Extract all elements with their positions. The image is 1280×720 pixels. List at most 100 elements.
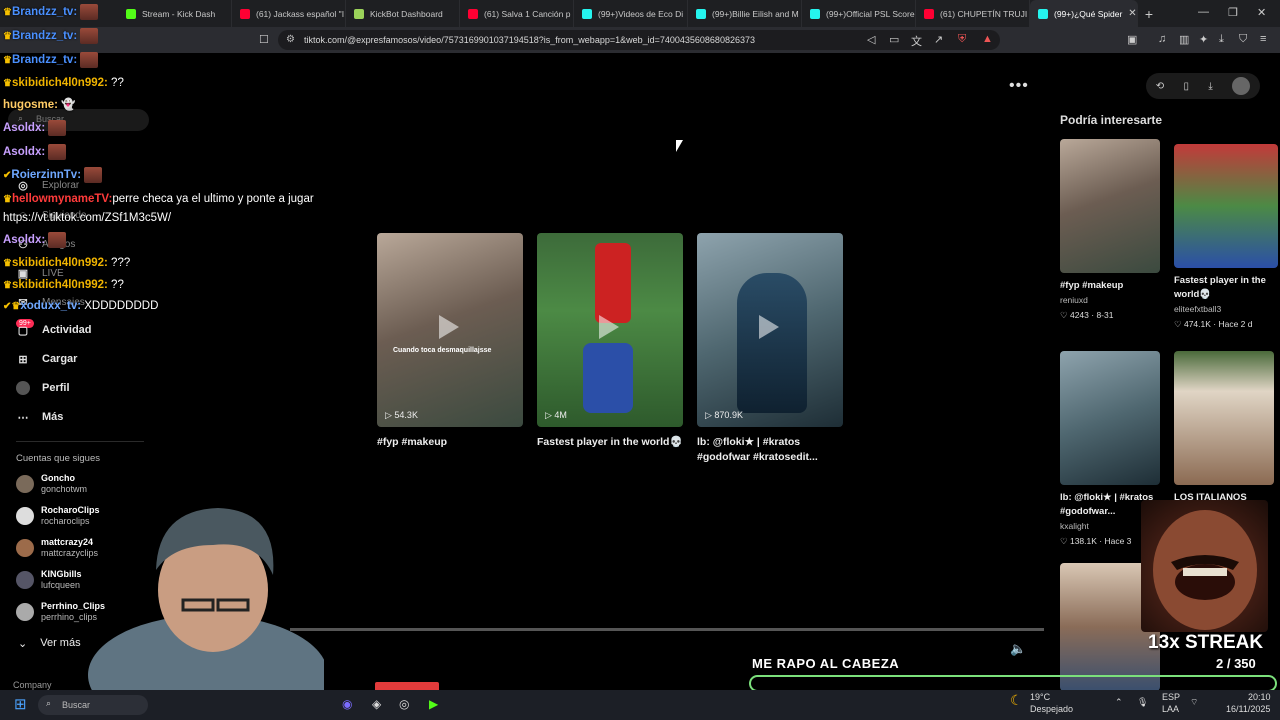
close-window-icon[interactable]: ✕	[1257, 6, 1266, 19]
download-icon[interactable]: ⤓	[1208, 81, 1212, 92]
nav-perfil[interactable]: Perfil	[16, 381, 70, 395]
video-progress-bar[interactable]	[290, 628, 1044, 631]
volume-icon[interactable]: 🔈	[1010, 641, 1026, 657]
minimize-icon[interactable]: —	[1198, 6, 1209, 18]
following-title: Cuentas que sigues	[16, 453, 100, 464]
shield-icon[interactable]: ⛨	[958, 33, 966, 46]
company-link[interactable]: Company	[13, 680, 52, 690]
tab-label: (99+)Videos de Eco Di	[598, 8, 684, 19]
more-options-icon[interactable]: •••	[1009, 77, 1029, 95]
video-meta: ♡ 4243 · 8-31	[1060, 310, 1114, 320]
crown-icon: ♛	[3, 280, 12, 291]
followed-account[interactable]: Goncho gonchotwm	[16, 473, 87, 495]
chat-message: https://vt.tiktok.com/ZSf1M3c5W/	[3, 210, 171, 227]
chat-message: ♛Brandzz_tv:	[3, 28, 99, 45]
phone-icon[interactable]: ▯	[1184, 81, 1190, 92]
kick-icon[interactable]: ▶	[429, 697, 438, 711]
followed-account[interactable]: RocharoClips rocharoclips	[16, 505, 100, 527]
play-icon	[439, 315, 459, 339]
language-code[interactable]: ESP	[1162, 692, 1180, 702]
browser-tab[interactable]: (99+)Official PSL Score	[802, 0, 916, 27]
rotate-icon[interactable]: ⟲	[1156, 81, 1164, 92]
video-card[interactable]: ▷ 870.9K lb: @floki★ | #kratos #godofwar…	[697, 233, 843, 465]
recommended-video[interactable]: LOS ITALIANOS	[1174, 351, 1274, 505]
chat-user: Asoldx:	[3, 122, 46, 135]
taskbar-search[interactable]: ⌕ Buscar	[38, 695, 148, 715]
site-info-icon[interactable]: ⚙	[286, 34, 295, 45]
chat-user: Asoldx:	[3, 146, 46, 159]
nav-actividad[interactable]: ▢ Actividad	[16, 323, 92, 337]
thumbnail-overlay-text: Cuando toca desmaquillajsse	[393, 347, 492, 354]
followed-account[interactable]: mattcrazy24 mattcrazyclips	[16, 537, 98, 559]
app-icon[interactable]: ◈	[372, 697, 381, 711]
new-tab-button[interactable]: +	[1138, 6, 1160, 22]
discord-icon[interactable]: ◉	[342, 697, 352, 711]
obs-icon[interactable]: ◎	[399, 697, 409, 711]
maximize-icon[interactable]: ❐	[1228, 6, 1238, 19]
video-thumbnail	[1060, 139, 1160, 273]
network-icon[interactable]: ⌔	[1190, 697, 1198, 708]
music-icon[interactable]: ♫	[1158, 33, 1166, 45]
chat-text: ??	[111, 77, 124, 89]
chat-message: Asoldx:	[3, 232, 67, 249]
chevron-up-icon[interactable]: ⌃	[1115, 697, 1123, 708]
view-count: ▷ 4M	[545, 410, 567, 420]
browser-tab[interactable]: (99+)Videos de Eco Di	[574, 0, 688, 27]
chat-user: hugosme:	[3, 99, 58, 111]
clock-time[interactable]: 20:10	[1248, 692, 1271, 702]
video-thumbnail	[1174, 351, 1274, 485]
panel-icon[interactable]: ▥	[1179, 33, 1189, 46]
crown-icon: ♛	[3, 7, 12, 19]
divider	[16, 441, 144, 442]
windows-start-icon[interactable]: ⊞	[14, 695, 27, 713]
browser-tab[interactable]: (61) Salva 1 Canción p	[460, 0, 574, 27]
chat-message: ♛Brandzz_tv:	[3, 4, 99, 21]
recommended-video[interactable]: #fyp #makeup reniuxd ♡ 4243 · 8-31	[1060, 139, 1160, 321]
followed-account[interactable]: KINGbills lufcqueen	[16, 569, 82, 591]
browser-tab[interactable]: KickBot Dashboard	[346, 0, 460, 27]
mic-icon[interactable]: 🎙	[1137, 697, 1148, 708]
video-card[interactable]: Cuando toca desmaquillajsse ▷ 54.3K #fyp…	[377, 233, 523, 450]
tab-label: KickBot Dashboard	[370, 8, 443, 19]
browser-tab[interactable]: Stream - Kick Dash	[118, 0, 232, 27]
tab-label: (61) Jackass español "I	[256, 8, 345, 19]
nav-cargar[interactable]: ⊞ Cargar	[16, 352, 77, 366]
user-avatar[interactable]	[1232, 77, 1251, 95]
browser-tab-active[interactable]: (99+)¿Qué Spider ✕	[1030, 0, 1138, 27]
chat-message: ♛hellowmynameTV:perre checa ya el ultimo…	[3, 191, 314, 208]
download-icon[interactable]: ⤓	[1219, 33, 1224, 46]
video-caption: lb: @floki★ | #kratos #godofwar #kratose…	[697, 436, 818, 463]
close-tab-icon[interactable]: ✕	[1128, 8, 1136, 19]
bookmark-icon[interactable]: ☐	[259, 33, 269, 46]
webcam-feed	[88, 500, 328, 720]
translate-icon[interactable]: 文	[911, 33, 922, 49]
avatar	[16, 475, 34, 493]
vpn-icon[interactable]: ⛉	[1239, 33, 1247, 46]
chat-message: hugosme: 👻	[3, 97, 75, 114]
extensions-icon[interactable]: ✦	[1199, 33, 1208, 46]
nav-label: Cargar	[42, 353, 78, 365]
screen-icon[interactable]: ▭	[889, 33, 899, 46]
browser-tab[interactable]: (61) CHUPETÍN TRUJI	[916, 0, 1030, 27]
crown-icon: ♛	[3, 78, 12, 89]
recommended-video[interactable]: Fastest player in the world💀 eliteefxtba…	[1174, 144, 1278, 330]
sidebar-icon[interactable]: ▣	[1127, 33, 1137, 46]
video-thumbnail: ▷ 4M	[537, 233, 683, 427]
menu-icon[interactable]: ≡	[1260, 33, 1266, 45]
video-card[interactable]: ▷ 4M Fastest player in the world💀	[537, 233, 683, 450]
share-icon[interactable]: ↗	[934, 33, 943, 46]
chat-user: Brandzz_tv:	[11, 6, 78, 19]
crown-icon: ♛	[3, 194, 12, 205]
crown-icon: ♛	[3, 31, 12, 43]
rewards-icon[interactable]: ▲	[982, 33, 993, 45]
search-icon: ⌕	[46, 698, 52, 708]
mute-site-icon[interactable]: ◁	[867, 33, 875, 46]
browser-tab[interactable]: (99+)Billie Eilish and M	[688, 0, 802, 27]
mouse-cursor	[676, 140, 683, 152]
see-more-button[interactable]: ⌄ Ver más	[18, 637, 81, 650]
youtube-icon	[468, 8, 478, 19]
recommendations-title: Podría interesarte	[1060, 113, 1163, 127]
browser-tab[interactable]: (61) Jackass español "I	[232, 0, 346, 27]
nav-mas[interactable]: ⋯ Más	[16, 410, 64, 424]
tab-label: (99+)Billie Eilish and M	[712, 8, 799, 19]
